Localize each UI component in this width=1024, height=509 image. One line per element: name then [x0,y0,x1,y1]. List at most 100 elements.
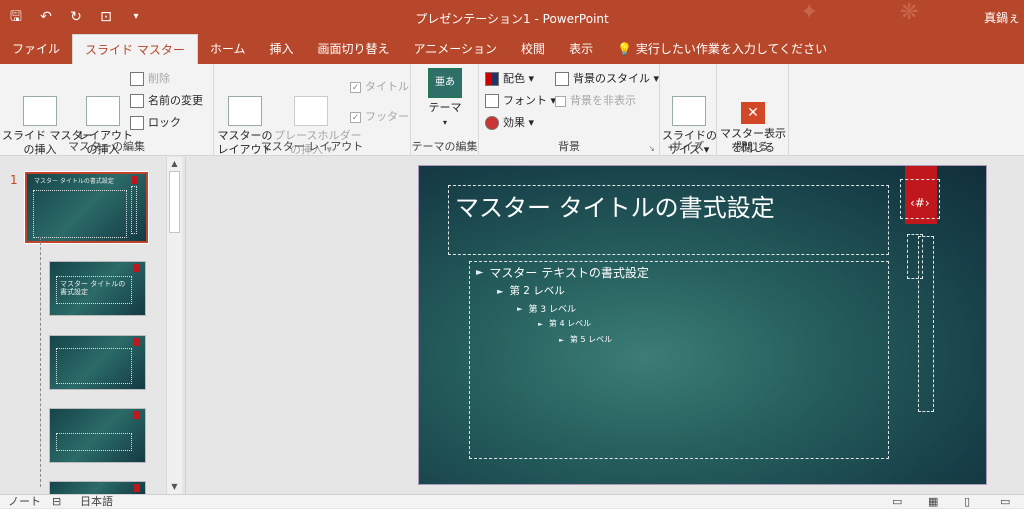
text-level-3: ► 第 3 レベル [517,304,576,315]
lock-icon [130,116,144,130]
thumbnail-scrollbar[interactable]: ▲ ▼ [166,157,182,494]
decoration-icon: ❋ [900,0,919,25]
tab-file[interactable]: ファイル [0,34,72,64]
group-label: マスター レイアウト [260,140,364,153]
thumbnail-title-placeholder [56,433,132,451]
bullet-icon: ► [476,267,484,278]
insert-placeholder-button[interactable]: プレースホルダー の挿入 ▾ [274,68,361,171]
checkbox-icon [555,95,566,107]
placeholder-icon [294,96,328,126]
group-label: マスターの編集 [68,140,145,153]
slide-size-icon [671,96,706,126]
group-label: サイズ [671,140,705,153]
tab-home[interactable]: ホーム [198,34,258,64]
thumbnail-pane: 1 マスター タイトルの書式設定 マスター タイトルの 書式設定 ▲ ▼ [0,157,186,494]
rename-icon [130,94,144,108]
themes-button[interactable]: 亜あ テーマ ▾ [415,68,475,130]
user-name[interactable]: 真鍋ぇ [984,9,1020,26]
layout-thumbnail[interactable]: マスター タイトルの 書式設定 [49,261,146,316]
fonts-button[interactable]: フォント ▾ [485,92,556,110]
checkbox-icon: ✓ [350,81,361,93]
bullet-icon: ► [538,319,543,328]
group-background: 配色 ▾ フォント ▾ 効果 ▾ 背景のスタイル ▾ 背景を非表示 背景 ↘ [479,64,660,156]
colors-button[interactable]: 配色 ▾ [485,70,534,88]
checkbox-icon: ✓ [350,111,361,123]
slide-canvas[interactable]: マスター タイトルの書式設定 ‹#› ► マスター テキストの書式設定 ► 第 2 … [418,165,987,485]
hide-background-checkbox[interactable]: 背景を非表示 [555,92,636,110]
thumbnail-number-marker [132,176,138,184]
thumbnail-body-placeholder [56,348,132,384]
close-icon: ✕ [741,102,765,124]
footer-checkbox[interactable]: ✓ フッター [350,108,409,126]
effects-icon [485,116,499,130]
group-label: 背景 [558,140,580,153]
group-close: ✕ マスター表示 を閉じる 閉じる [717,64,789,156]
tab-insert[interactable]: 挿入 [257,34,305,64]
background-styles-button[interactable]: 背景のスタイル ▾ [555,70,659,88]
thumbnail-number-marker [134,484,140,492]
thumbnail-number-marker [134,411,140,419]
tab-animations[interactable]: アニメーション [402,34,510,64]
slide-editor: マスター タイトルの書式設定 ‹#› ► マスター テキストの書式設定 ► 第 2 … [187,157,1024,494]
group-size: スライドの サイズ ▾ サイズ [660,64,717,156]
tab-view[interactable]: 表示 [557,34,605,64]
vertical-footer-placeholder[interactable] [918,236,934,412]
text-level-2: ► 第 2 レベル [497,285,565,297]
insert-master-icon [23,96,57,126]
slide-size-button[interactable]: スライドの サイズ ▾ [662,68,717,171]
tab-slide-master[interactable]: スライド マスター [72,34,198,64]
colors-icon [485,72,499,86]
layout-thumbnail[interactable] [49,408,146,463]
group-label: 閉じる [736,140,769,153]
bullet-icon: ► [497,285,504,296]
scroll-down-icon[interactable]: ▼ [167,480,182,494]
tell-me-search[interactable]: 💡 実行したい作業を入力してください [605,34,839,64]
layout-thumbnail[interactable] [49,335,146,390]
theme-icon: 亜あ [428,68,462,98]
master-layout-button[interactable]: マスターの レイアウト [216,68,274,171]
status-bar: ノート ⊟ 日本語 ▭ ▦ ▯ ▭ [0,494,1024,508]
reading-view-icon[interactable]: ▯ [964,495,970,509]
slide-title: マスター タイトルの書式設定 [455,194,775,222]
group-edit-theme: 亜あ テーマ ▾ テーマの編集 [411,64,479,156]
layout-thumbnail[interactable] [49,481,146,494]
dropdown-arrow-icon: ▾ [442,118,447,127]
text-level-4: ► 第 4 レベル [538,319,592,328]
delete-button[interactable]: 削除 [130,70,170,88]
tab-review[interactable]: 校閲 [509,34,557,64]
dialog-launcher-icon[interactable]: ↘ [648,144,655,153]
slideshow-view-icon[interactable]: ▭ [1000,495,1010,509]
lightbulb-icon: 💡 [617,42,633,56]
bullet-icon: ► [517,304,523,313]
text-level-1: ► マスター テキストの書式設定 [476,266,649,280]
normal-view-icon[interactable]: ▭ [892,495,902,509]
thumbnail-title-placeholder [56,276,132,304]
insert-layout-icon [86,96,120,126]
slide-sorter-icon[interactable]: ▦ [928,495,938,509]
effects-button[interactable]: 効果 ▾ [485,114,534,132]
preserve-button[interactable]: ロック [130,114,181,132]
ribbon: スライド マスター の挿入 レイアウト の挿入 削除 名前の変更 ロック マスタ… [0,64,1024,156]
layout-tree-line [40,237,41,487]
notes-button[interactable]: ノート [8,495,41,509]
rename-button[interactable]: 名前の変更 [130,92,203,110]
slide-number: 1 [10,173,18,187]
insert-slide-master-button[interactable]: スライド マスター の挿入 [2,68,94,171]
title-bar: 🖫 ↶ ↻ ⊡ ▾ プレゼンテーション1 - PowerPoint ✦ ❋ 真鍋… [0,0,1024,34]
window-title: プレゼンテーション1 - PowerPoint [415,12,609,26]
slide-number-text: ‹#› [910,196,930,210]
ribbon-tabs: ファイル スライド マスター ホーム 挿入 画面切り替え アニメーション 校閲 … [0,34,1024,64]
delete-icon [130,72,144,86]
master-thumbnail[interactable]: マスター タイトルの書式設定 [24,171,149,244]
scrollbar-thumb[interactable] [169,171,180,233]
language-indicator[interactable]: 日本語 [80,495,113,509]
scroll-up-icon[interactable]: ▲ [167,157,182,171]
fonts-icon [485,94,499,108]
thumbnail-vertical-placeholder [131,186,137,234]
title-checkbox[interactable]: ✓ タイトル [350,78,409,96]
group-master-edit: スライド マスター の挿入 レイアウト の挿入 削除 名前の変更 ロック マスタ… [0,64,214,156]
group-master-layout: マスターの レイアウト プレースホルダー の挿入 ▾ ✓ タイトル ✓ フッター マ… [214,64,411,156]
spellcheck-icon[interactable]: ⊟ [52,495,61,509]
insert-layout-button[interactable]: レイアウト の挿入 [78,68,133,171]
tab-transitions[interactable]: 画面切り替え [306,34,402,64]
